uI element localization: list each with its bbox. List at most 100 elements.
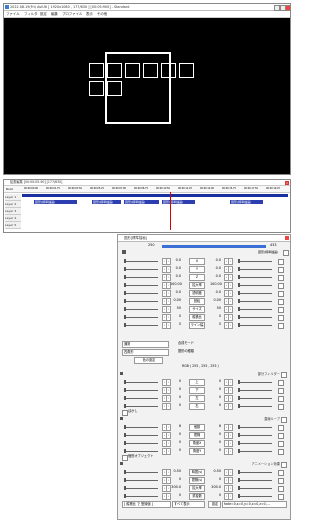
param-checkbox[interactable] [278,493,284,500]
param-checkbox[interactable] [278,274,284,281]
param-left-value[interactable]: 300.0 [170,485,181,490]
param-right-arrow-icon[interactable]: › [228,258,233,265]
param-left-knob[interactable] [124,395,126,400]
param-label-button[interactable]: 透明度 [189,290,205,297]
param-right-value[interactable]: 0 [210,314,221,319]
param-right-value[interactable]: 0.0 [210,266,221,271]
blend-mode-select[interactable]: 通常 [122,341,169,348]
param-left-value[interactable]: 0.0 [170,274,181,279]
param-right-knob[interactable] [238,274,240,279]
param-label-button[interactable]: 角度X [189,440,205,447]
param-label-button[interactable]: 間隔 [189,432,205,439]
param-right-slider[interactable] [238,495,272,497]
param-checkbox[interactable] [278,477,284,484]
param-left-knob[interactable] [124,387,126,392]
param-left-slider[interactable] [124,405,158,407]
menu-other[interactable]: その他 [97,11,107,17]
param-left-slider[interactable] [124,450,158,452]
param-right-slider[interactable] [238,316,272,318]
param-right-arrow-icon[interactable]: › [228,266,233,273]
param-left-value[interactable]: 0 [170,403,181,408]
param-label-button[interactable]: X [189,258,205,265]
param-right-value[interactable]: 0.50 [210,469,221,474]
param-left-knob[interactable] [124,314,126,319]
param-left-knob[interactable] [124,440,126,445]
param-right-knob[interactable] [238,282,240,287]
param-checkbox[interactable] [278,266,284,273]
param-left-slider[interactable] [124,397,158,399]
timeline-clip[interactable]: 図形(標準描画) [162,200,195,204]
param-left-slider[interactable] [124,479,158,481]
param-right-slider[interactable] [238,292,272,294]
param-right-arrow-icon[interactable]: › [228,440,233,447]
timeline-clip[interactable]: 図形(標準描画) [92,200,121,204]
section-collapse-icon[interactable] [122,250,126,254]
param-right-knob[interactable] [238,258,240,263]
param-checkbox[interactable] [278,314,284,321]
param-right-arrow-icon[interactable]: › [228,395,233,402]
param-right-knob[interactable] [238,493,240,498]
param-right-slider[interactable] [238,450,272,452]
param-right-knob[interactable] [238,432,240,437]
param-checkbox[interactable] [278,379,284,386]
param-checkbox[interactable] [278,306,284,313]
layer-label[interactable]: Layer 1 [5,194,21,201]
menu-view[interactable]: 表示 [86,11,93,17]
param-left-knob[interactable] [124,379,126,384]
anim-type-select[interactable]: [ 縦横比 で 登録値 ] [122,501,171,508]
param-left-value[interactable]: 0.0 [170,266,181,271]
param-right-slider[interactable] [238,471,272,473]
param-left-slider[interactable] [124,389,158,391]
param-checkbox[interactable] [278,424,284,431]
param-right-value[interactable]: 0 [210,493,221,498]
param-label-button[interactable]: ライン幅 [189,322,205,329]
param-right-arrow-icon[interactable]: › [228,485,233,492]
param-right-knob[interactable] [238,387,240,392]
param-right-slider[interactable] [238,405,272,407]
param-left-value[interactable]: 0 [170,477,181,482]
color-settings-button[interactable]: 色の設定 [134,357,163,364]
param-right-knob[interactable] [238,290,240,295]
param-left-slider[interactable] [124,300,158,302]
param-right-value[interactable]: 6 [210,424,221,429]
param-right-value[interactable]: 50 [210,306,221,311]
param-right-slider[interactable] [238,434,272,436]
param-left-knob[interactable] [124,485,126,490]
timeline-clip[interactable]: 図形(標準描画) [34,200,77,204]
param-right-knob[interactable] [238,306,240,311]
param-right-slider[interactable] [238,389,272,391]
param-label-button[interactable]: 重複数 [189,493,205,500]
param-right-knob[interactable] [238,266,240,271]
param-right-slider[interactable] [238,479,272,481]
param-right-value[interactable]: 0 [210,395,221,400]
param-checkbox[interactable] [278,290,284,297]
param-label-button[interactable]: 上 [189,379,205,386]
param-right-value[interactable]: 0.0 [210,290,221,295]
param-left-value[interactable]: 50 [170,306,181,311]
section-collapse-icon[interactable] [120,417,123,420]
param-left-knob[interactable] [124,432,126,437]
section-collapse-icon[interactable] [120,372,123,375]
param-left-value[interactable]: 0.0 [170,290,181,295]
param-left-slider[interactable] [124,426,158,428]
param-left-slider[interactable] [124,268,158,270]
param-right-knob[interactable] [238,403,240,408]
shape-type-select[interactable]: 四角形 [122,349,169,356]
param-left-slider[interactable] [124,276,158,278]
param-right-arrow-icon[interactable]: › [228,274,233,281]
section-collapse-icon[interactable] [120,462,123,465]
param-right-value[interactable]: 0 [210,448,221,453]
param-left-value[interactable]: 0.00 [170,298,181,303]
param-label-button[interactable]: 個数 [189,424,205,431]
param-right-slider[interactable] [238,381,272,383]
param-right-value[interactable]: 0 [210,387,221,392]
param-left-slider[interactable] [124,308,158,310]
param-right-slider[interactable] [238,284,272,286]
param-left-knob[interactable] [124,469,126,474]
param-right-knob[interactable] [238,395,240,400]
param-left-value[interactable]: 0.0 [170,258,181,263]
timeline-clip[interactable]: 図形(標準描画) [230,200,263,204]
param-right-arrow-icon[interactable]: › [228,290,233,297]
param-right-arrow-icon[interactable]: › [228,314,233,321]
param-right-value[interactable]: 0 [210,379,221,384]
